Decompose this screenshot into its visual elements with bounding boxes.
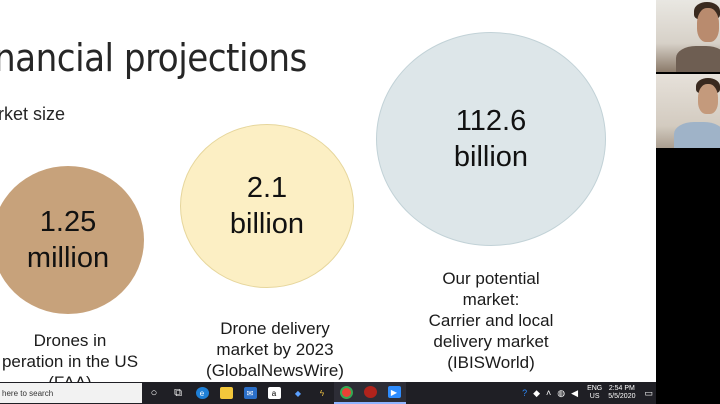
caption-line: delivery market [433, 332, 549, 351]
participant-video-2[interactable] [656, 74, 720, 148]
slide-title: nancial projections [0, 36, 307, 80]
dropbox-tray-icon[interactable]: ◆ [533, 388, 540, 399]
caption-line: Drones in [33, 331, 107, 350]
amazon-icon[interactable]: a [262, 382, 286, 404]
circle-value: 2.1 [246, 172, 288, 204]
circle-value: 112.6 [455, 105, 527, 137]
cortana-icon[interactable]: ○ [142, 382, 166, 404]
circle-unit: billion [453, 141, 529, 173]
potential-market-circle: 112.6 billion [376, 32, 606, 246]
lang-bottom: US [589, 393, 600, 400]
network-icon[interactable]: ◍ [557, 388, 565, 399]
help-icon[interactable]: ? [522, 388, 527, 398]
clock-date: 5/5/2020 [608, 393, 636, 400]
video-panel-background [656, 148, 720, 404]
caption-line: peration in the US [1, 352, 139, 371]
caption-line: (IBISWorld) [447, 353, 535, 372]
drone-delivery-caption: Drone delivery market by 2023 (GlobalNew… [200, 318, 350, 381]
search-placeholder: here to search [2, 388, 54, 398]
system-tray: ? ◆ ˄ ◍ ◀ ENG US 2:54 PM 5/5/2020 ▭ [519, 382, 656, 404]
circle-unit: billion [229, 208, 305, 240]
caption-line: (GlobalNewsWire) [206, 361, 344, 380]
caption-line: Drone delivery [220, 319, 330, 338]
winamp-icon[interactable]: ϟ [310, 382, 334, 404]
person-face [697, 8, 719, 42]
slide-subtitle: rket size [0, 104, 66, 124]
potential-market-caption: Our potential market: Carrier and local … [410, 268, 572, 373]
drones-us-circle: 1.25 million [0, 166, 144, 314]
circle-unit: million [26, 242, 110, 274]
file-explorer-icon[interactable] [214, 382, 238, 404]
zoom-icon[interactable]: ▶ [382, 382, 406, 404]
presentation-slide: nancial projections rket size 1.25 milli… [0, 0, 656, 382]
caption-line: (FAA) [0, 372, 170, 382]
circle-value: 1.25 [39, 206, 97, 238]
volume-icon[interactable]: ◀ [571, 388, 578, 399]
taskbar-search-box[interactable]: here to search [0, 383, 142, 403]
taskbar-clock[interactable]: 2:54 PM 5/5/2020 [608, 385, 635, 401]
edge-icon[interactable]: e [190, 382, 214, 404]
caption-line: market: [462, 290, 520, 309]
windows-taskbar: here to search ○ ⧉ e ✉ a ◆ ϟ ▶ ? ◆ ˄ ◍ ◀… [0, 382, 656, 404]
mail-icon[interactable]: ✉ [238, 382, 262, 404]
show-hidden-icons-icon[interactable]: ˄ [546, 388, 551, 398]
notifications-icon[interactable]: ▭ [644, 388, 653, 399]
app-red-icon[interactable] [358, 382, 382, 404]
drones-us-caption: Drones in peration in the US (FAA) [0, 330, 170, 382]
caption-line: Carrier and local [428, 311, 554, 330]
caption-line: market by 2023 [216, 340, 334, 359]
dropbox-icon[interactable]: ◆ [286, 382, 310, 404]
clock-time: 2:54 PM [608, 385, 635, 392]
language-indicator[interactable]: ENG US [587, 385, 602, 401]
caption-line: Our potential [442, 269, 540, 288]
participant-video-1[interactable] [656, 0, 720, 72]
task-view-icon[interactable]: ⧉ [166, 382, 190, 404]
chrome-icon[interactable] [334, 382, 358, 404]
drone-delivery-circle: 2.1 billion [180, 124, 354, 288]
person-face [698, 84, 718, 114]
person-shirt [674, 122, 720, 148]
lang-top: ENG [587, 385, 603, 392]
person-shirt [676, 46, 720, 72]
